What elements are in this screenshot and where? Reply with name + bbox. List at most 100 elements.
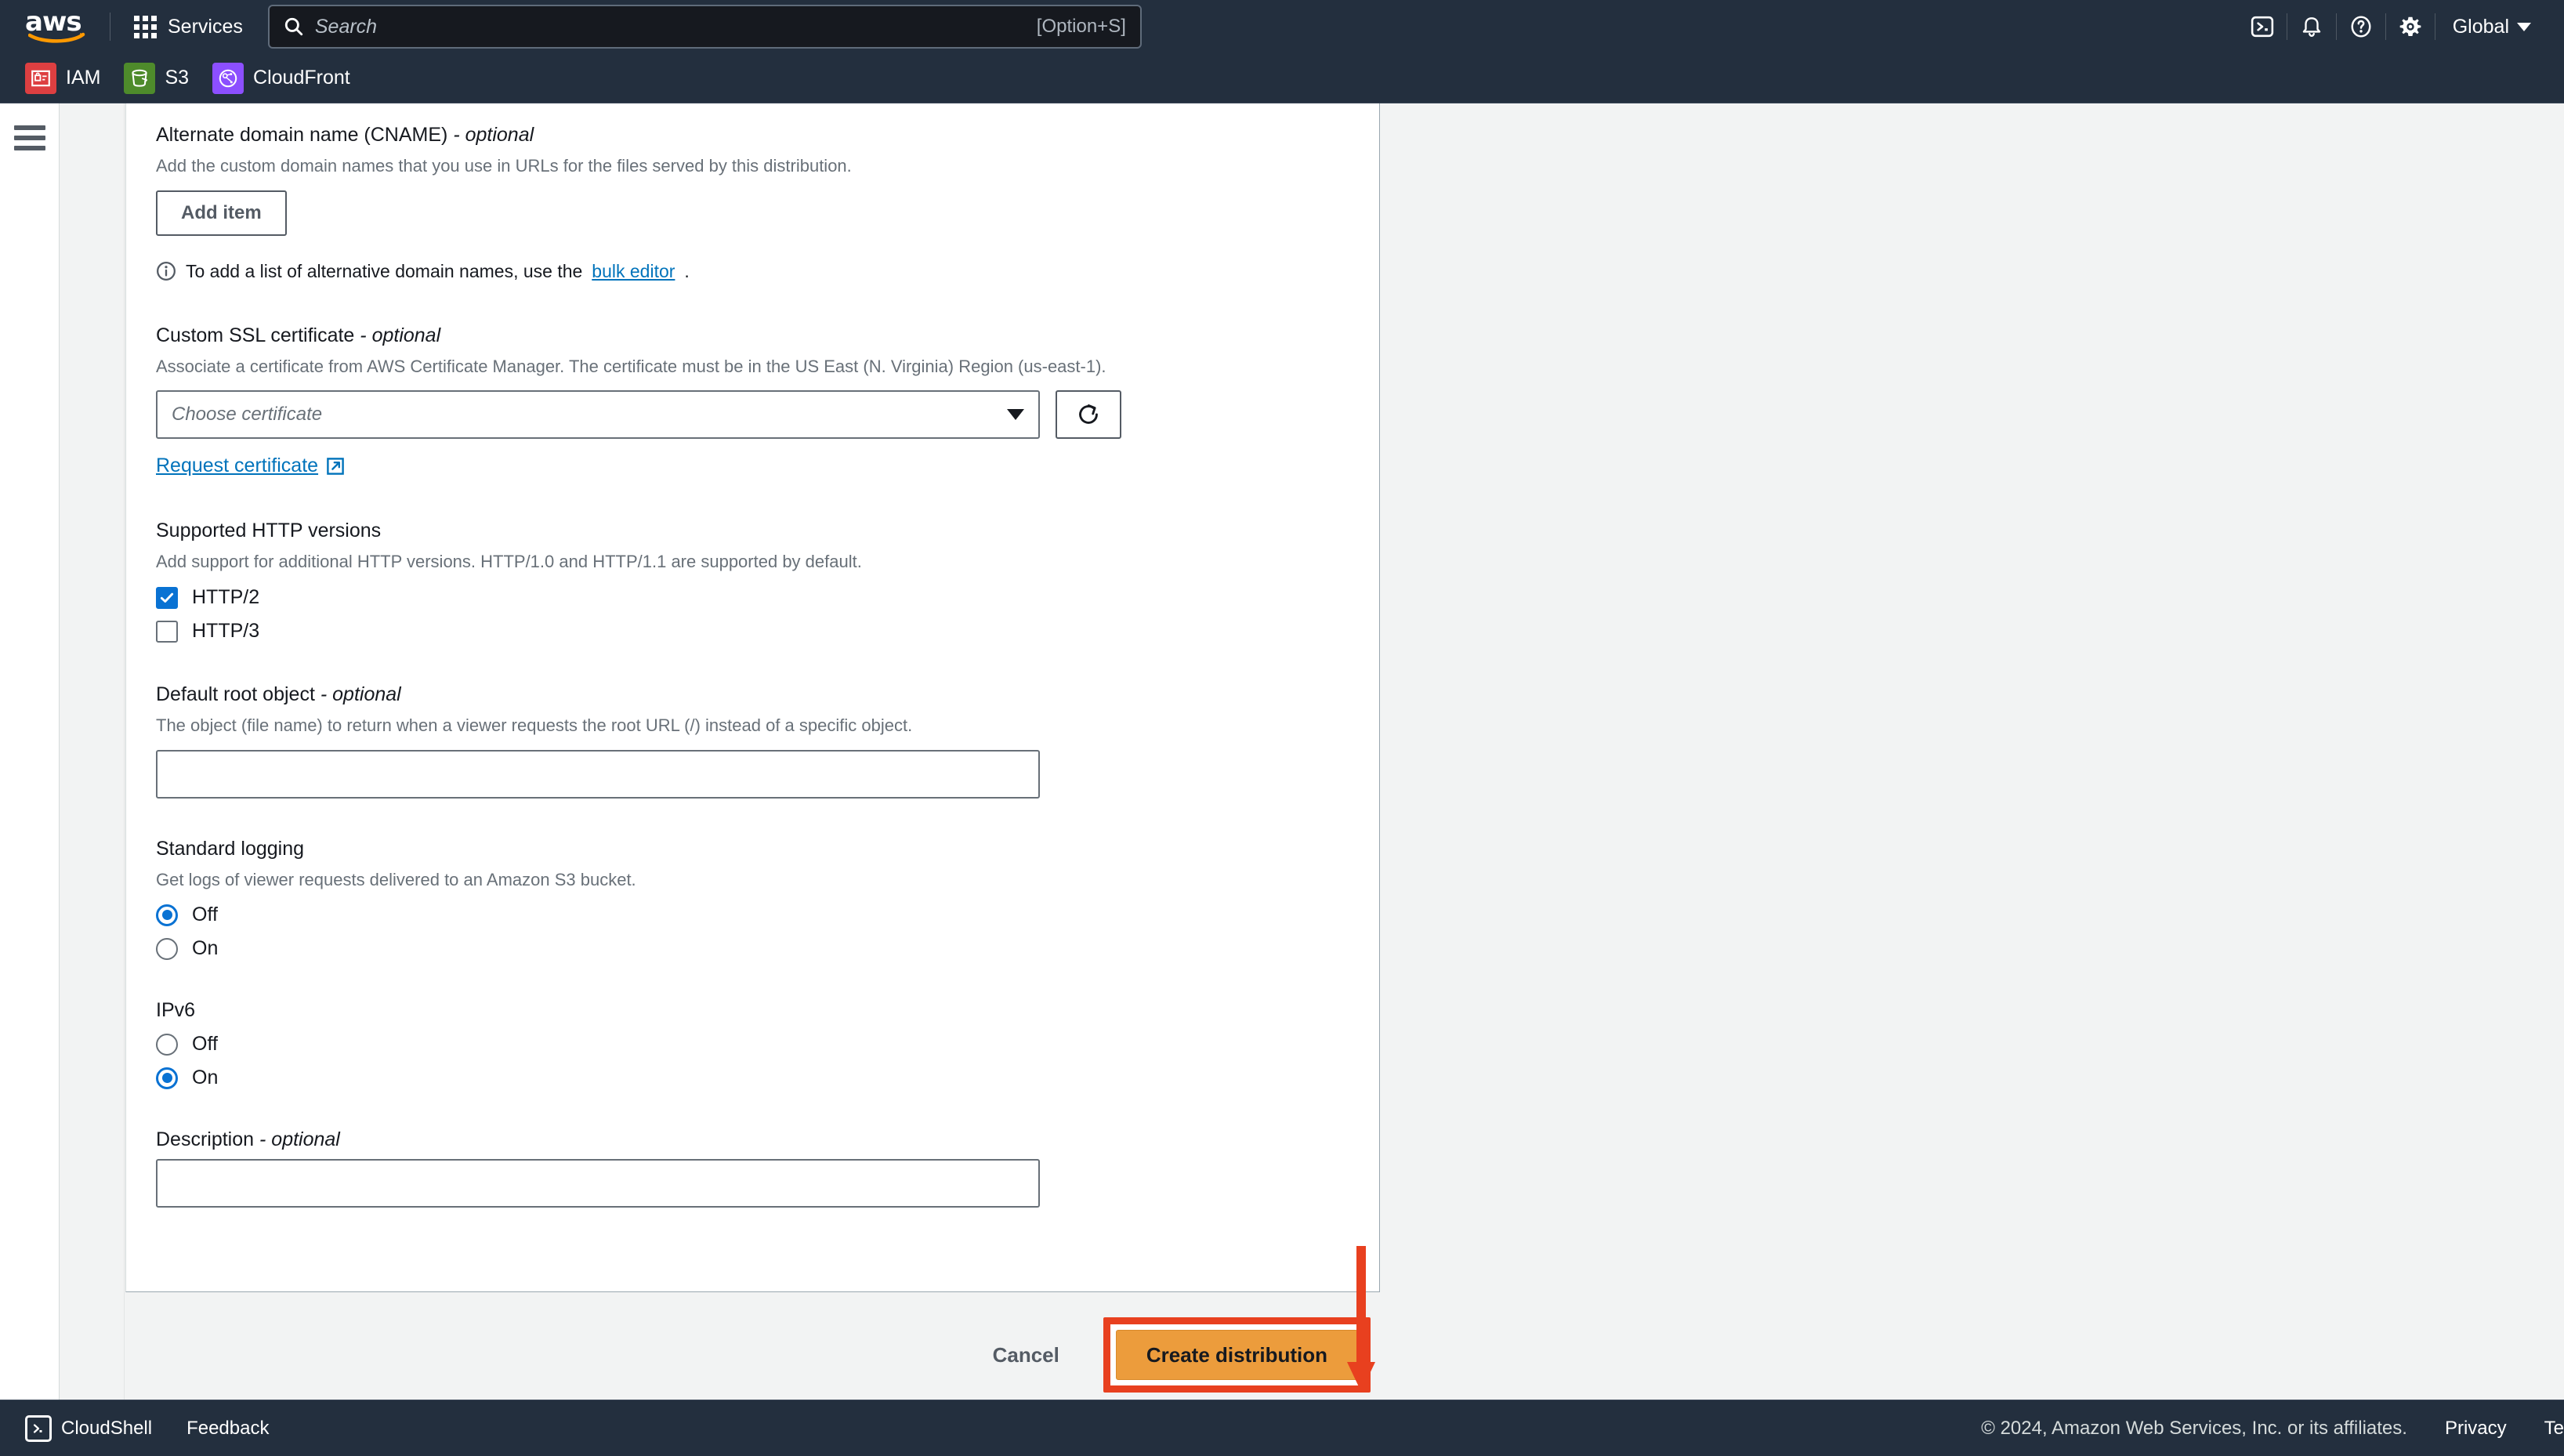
aws-smile-icon: [28, 32, 85, 43]
cloudshell-label: CloudShell: [61, 1417, 153, 1439]
refresh-icon: [1079, 404, 1098, 425]
http-versions-description: Add support for additional HTTP versions…: [156, 552, 862, 572]
region-label: Global: [2452, 15, 2509, 38]
checkbox-http3[interactable]: HTTP/3: [156, 620, 1332, 643]
s3-bucket-icon: [124, 62, 156, 94]
root-object-optional-suffix: - optional: [320, 683, 401, 706]
terms-link[interactable]: Te: [2544, 1418, 2564, 1440]
radio-label: On: [192, 1067, 219, 1089]
ssl-label-text: Custom SSL certificate: [156, 324, 355, 346]
cancel-button[interactable]: Cancel: [971, 1331, 1081, 1380]
info-circle-icon: [157, 262, 176, 281]
description-label-text: Description: [156, 1128, 255, 1151]
root-object-label-text: Default root object: [156, 683, 315, 706]
field-custom-ssl-certificate: Custom SSL certificate - optional Associ…: [156, 324, 1332, 478]
ssl-optional-suffix: - optional: [360, 324, 441, 346]
radio-ipv6-off[interactable]: Off: [156, 1033, 1332, 1056]
create-button-highlight-annotation: Create distribution: [1103, 1317, 1371, 1393]
field-supported-http-versions: Supported HTTP versions Add support for …: [156, 520, 1332, 643]
help-question-icon[interactable]: [2337, 0, 2385, 53]
description-input[interactable]: [156, 1159, 1040, 1208]
settings-gear-icon[interactable]: [2386, 0, 2435, 53]
checkbox-unchecked-icon: [156, 620, 178, 643]
main-content-area: Alternate domain name (CNAME) - optional…: [125, 103, 2564, 1400]
shortcut-label: CloudFront: [253, 67, 350, 89]
notifications-bell-icon[interactable]: [2287, 0, 2336, 53]
page-footer: CloudShell Feedback © 2024, Amazon Web S…: [0, 1400, 2564, 1456]
checkbox-label: HTTP/3: [192, 620, 260, 643]
footer-left-group: CloudShell Feedback: [25, 1414, 269, 1442]
checkbox-label: HTTP/2: [192, 586, 260, 609]
ssl-select-row: Choose certificate: [156, 390, 1332, 440]
radio-ipv6-on[interactable]: On: [156, 1067, 1332, 1089]
radio-logging-off[interactable]: Off: [156, 904, 1332, 926]
shortcut-s3[interactable]: S3: [124, 62, 190, 94]
radio-label: Off: [192, 904, 218, 926]
search-shortcut-hint: [Option+S]: [1036, 16, 1126, 37]
left-rail: [0, 103, 60, 1400]
aws-logo-text: aws: [25, 6, 82, 38]
radio-unselected-icon: [156, 937, 178, 960]
distribution-settings-form-card: Alternate domain name (CNAME) - optional…: [125, 103, 1380, 1292]
request-certificate-link[interactable]: Request certificate: [156, 455, 345, 477]
field-standard-logging: Standard logging Get logs of viewer requ…: [156, 838, 1332, 961]
chevron-down-icon: [2517, 22, 2531, 31]
privacy-link[interactable]: Privacy: [2445, 1418, 2507, 1440]
radio-label: Off: [192, 1033, 218, 1056]
bulk-editor-text-before: To add a list of alternative domain name…: [186, 260, 583, 281]
chevron-down-icon: [1007, 409, 1024, 421]
content-gutter: [60, 103, 125, 1400]
cname-optional-suffix: - optional: [453, 124, 534, 146]
checkbox-http2[interactable]: HTTP/2: [156, 586, 1332, 609]
standard-logging-description: Get logs of viewer requests delivered to…: [156, 869, 636, 889]
field-description: Description - optional: [156, 1128, 1332, 1208]
footer-cloudshell-button[interactable]: CloudShell: [25, 1414, 153, 1442]
shortcut-iam[interactable]: IAM: [25, 62, 101, 94]
feedback-link[interactable]: Feedback: [187, 1418, 269, 1440]
bulk-editor-info: To add a list of alternative domain name…: [156, 261, 1332, 282]
field-ipv6: IPv6 Off On: [156, 999, 1332, 1089]
certificate-select[interactable]: Choose certificate: [156, 390, 1040, 440]
cloudfront-globe-icon: [212, 62, 244, 94]
aws-logo[interactable]: aws: [25, 6, 97, 43]
radio-selected-icon: [156, 904, 178, 926]
services-label: Services: [168, 15, 243, 38]
root-object-description: The object (file name) to return when a …: [156, 715, 913, 736]
request-certificate-text: Request certificate: [156, 455, 319, 477]
search-input[interactable]: Search: [315, 16, 1037, 38]
standard-logging-label: Standard logging: [156, 837, 305, 860]
cname-description: Add the custom domain names that you use…: [156, 156, 852, 176]
create-distribution-button[interactable]: Create distribution: [1115, 1330, 1358, 1380]
field-alternate-domain-name: Alternate domain name (CNAME) - optional…: [156, 124, 1332, 282]
add-item-button[interactable]: Add item: [156, 190, 287, 236]
field-label: Custom SSL certificate - optional: [156, 324, 1332, 347]
top-navigation-bar: aws Services Search [Option+S] Global: [0, 0, 2564, 53]
region-selector[interactable]: Global: [2435, 0, 2544, 53]
iam-icon: [25, 62, 56, 94]
refresh-certificates-button[interactable]: [1056, 390, 1121, 440]
bulk-editor-text-after: .: [684, 260, 690, 281]
shortcut-label: S3: [165, 67, 190, 89]
http-versions-label: Supported HTTP versions: [156, 520, 382, 542]
radio-unselected-icon: [156, 1033, 178, 1056]
radio-logging-on[interactable]: On: [156, 937, 1332, 960]
shortcut-cloudfront[interactable]: CloudFront: [212, 62, 350, 94]
services-menu-button[interactable]: Services: [123, 9, 254, 45]
checkbox-checked-icon: [156, 586, 178, 609]
nav-right-group: Global: [2238, 0, 2564, 53]
default-root-object-input[interactable]: [156, 749, 1040, 799]
copyright-text: © 2024, Amazon Web Services, Inc. or its…: [1981, 1417, 2407, 1439]
global-search-bar[interactable]: Search [Option+S]: [267, 5, 1142, 49]
footer-right-group: © 2024, Amazon Web Services, Inc. or its…: [1981, 1418, 2564, 1440]
field-label: Alternate domain name (CNAME) - optional: [156, 124, 1332, 147]
field-default-root-object: Default root object - optional The objec…: [156, 683, 1332, 799]
radio-selected-icon: [156, 1067, 178, 1089]
form-action-bar: Cancel Create distribution: [125, 1310, 1380, 1400]
cloudshell-icon[interactable]: [2238, 0, 2287, 53]
hamburger-menu-icon[interactable]: [14, 125, 45, 150]
bulk-editor-link[interactable]: bulk editor: [592, 261, 675, 282]
shortcut-label: IAM: [66, 67, 101, 89]
radio-label: On: [192, 937, 219, 960]
certificate-select-value: Choose certificate: [172, 404, 323, 426]
ipv6-label: IPv6: [156, 999, 196, 1022]
